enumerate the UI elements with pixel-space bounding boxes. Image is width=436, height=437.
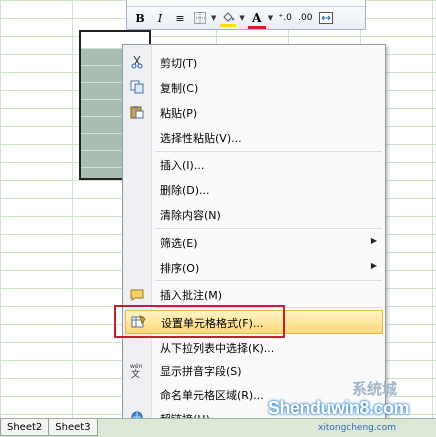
font-color-button[interactable]: A — [247, 9, 266, 29]
mini-toolbar: B I ≡ ▼ ▼ A ▼ ⁺.0 .00 — [126, 0, 366, 30]
menu-item-paste[interactable]: 粘贴(P) — [123, 101, 385, 123]
submenu-arrow-icon: ▶ — [370, 236, 377, 245]
menu-item-label: 清除内容(N) — [160, 209, 221, 222]
menu-item-insert-comment[interactable]: 插入批注(M) — [123, 283, 385, 305]
menu-item-copy[interactable]: 复制(C) — [123, 76, 385, 98]
menu-item-label: 插入批注(M) — [160, 289, 223, 302]
watermark-logo-text: Shenduwin8.com — [268, 398, 410, 418]
menu-item-label: 从下拉列表中选择(K)... — [160, 342, 275, 355]
menu-item-label: 复制(C) — [160, 82, 199, 95]
bold-button[interactable]: B — [131, 9, 149, 27]
menu-item-delete[interactable]: 删除(D)... — [123, 178, 385, 200]
menu-separator — [155, 151, 382, 152]
menu-item-insert[interactable]: 插入(I)... — [123, 153, 385, 175]
menu-item-clear-contents[interactable]: 清除内容(N) — [123, 203, 385, 225]
watermark-site-text: xitongcheng.com — [318, 423, 396, 433]
merge-cells-button[interactable] — [317, 9, 335, 27]
menu-item-label: 插入(I)... — [160, 159, 205, 172]
menu-item-label: 命名单元格区域(R)... — [160, 389, 264, 402]
increase-decimal-button[interactable]: ⁺.0 — [276, 9, 294, 27]
center-align-button[interactable]: ≡ — [171, 9, 189, 27]
highlight-annotation-box — [114, 305, 285, 338]
scissors-icon — [129, 54, 145, 70]
paint-bucket-icon — [223, 12, 235, 22]
mini-toolbar-top-strip — [127, 0, 365, 7]
menu-item-pick-from-list[interactable]: 从下拉列表中选择(K)... — [123, 336, 385, 358]
svg-text:文: 文 — [131, 368, 140, 378]
menu-item-filter[interactable]: 筛选(E) ▶ — [123, 231, 385, 253]
font-color-dropdown-icon[interactable]: ▼ — [268, 14, 273, 22]
menu-item-label: 排序(O) — [160, 262, 200, 275]
sheet-tab-sheet2[interactable]: Sheet2 — [0, 419, 50, 436]
watermark: 系统城 Shenduwin8.com xitongcheng.com — [262, 376, 436, 436]
copy-icon — [129, 79, 145, 95]
fill-color-button[interactable] — [219, 9, 237, 27]
menu-item-paste-special[interactable]: 选择性粘贴(V)... — [123, 126, 385, 148]
menu-item-label: 筛选(E) — [160, 237, 198, 250]
italic-button[interactable]: I — [151, 9, 169, 27]
menu-separator — [155, 280, 382, 281]
watermark-cn-text: 系统城 — [352, 380, 398, 398]
borders-dropdown-icon[interactable]: ▼ — [211, 14, 216, 22]
comment-icon — [129, 286, 145, 302]
menu-item-sort[interactable]: 排序(O) ▶ — [123, 256, 385, 278]
menu-item-label: 显示拼音字段(S) — [160, 365, 242, 378]
svg-text:wén: wén — [130, 363, 143, 370]
merge-cells-icon — [318, 12, 333, 24]
submenu-arrow-icon: ▶ — [370, 261, 377, 270]
fill-color-dropdown-icon[interactable]: ▼ — [239, 14, 244, 22]
menu-separator — [155, 228, 382, 229]
borders-button[interactable] — [191, 9, 209, 27]
sheet-tab-sheet3[interactable]: Sheet3 — [48, 419, 98, 436]
menu-item-label: 粘贴(P) — [160, 107, 198, 120]
menu-item-label: 删除(D)... — [160, 184, 210, 197]
menu-item-cut[interactable]: 剪切(T) — [123, 51, 385, 73]
phonetic-icon: wén 文 — [129, 362, 145, 378]
decrease-decimal-button[interactable]: .00 — [296, 9, 314, 27]
menu-item-label: 剪切(T) — [160, 57, 198, 70]
borders-icon — [194, 12, 206, 24]
paste-icon — [129, 104, 145, 120]
menu-item-label: 选择性粘贴(V)... — [160, 132, 242, 145]
